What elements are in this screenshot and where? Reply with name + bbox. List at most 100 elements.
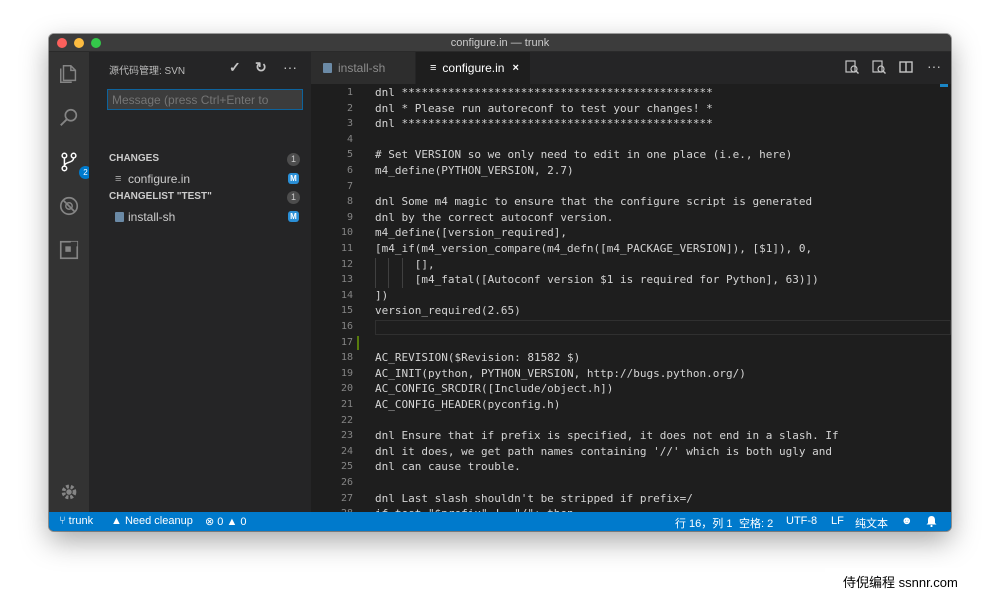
status-bar: ⑂ trunk ▲ Need cleanup ⊗ 0 ▲ 0 行 16，列 1 … [49,512,951,531]
code-line: dnl it does, we get path names containin… [375,444,832,458]
code-line: dnl by the correct autoconf version. [375,210,614,224]
code-line: dnl Some m4 magic to ensure that the con… [375,195,813,209]
line-number: 3 [346,118,353,130]
refresh-button[interactable]: ↻ [255,59,267,75]
search-icon[interactable] [57,106,81,130]
notification-bell-icon[interactable] [926,515,937,530]
line-number: 4 [346,133,353,145]
line-number: 17 [340,336,353,348]
modified-status-badge: M [288,173,299,184]
code-line: dnl Ensure that if prefix is specified, … [375,429,839,443]
changes-group-header[interactable]: CHANGES 1 [89,150,311,169]
script-file-icon [323,63,332,73]
line-number: 13 [340,274,353,286]
group-count-badge: 1 [287,191,300,204]
code-line: version_required(2.65) [375,304,521,318]
group-label: CHANGES [109,153,160,164]
title-bar: configure.in — trunk [49,34,951,52]
line-number: 18 [340,352,353,364]
code-line: # Set VERSION so we only need to edit in… [375,148,793,162]
line-number: 5 [346,149,353,161]
language-mode[interactable]: 纯文本 [855,515,888,531]
warning-icon: ▲ [226,516,238,528]
close-tab-icon[interactable]: × [512,62,518,74]
tab-install-sh[interactable]: install-sh [311,52,415,84]
more-actions-button[interactable]: ··· [283,59,297,75]
code-line: AC_INIT(python, PYTHON_VERSION, http://b… [375,366,746,380]
sidebar-header: 源代码管理: SVN ✓ ↻ ··· [89,52,311,84]
site-watermark: 侍倪编程 ssnnr.com [825,568,1000,592]
open-changes-icon[interactable] [845,60,859,77]
window-title: configure.in — trunk [450,37,550,49]
editor-tabs: install-sh ≡ configure.in × ··· [311,52,951,84]
line-number: 10 [340,227,353,239]
line-number: 7 [346,180,353,192]
file-name: configure.in [128,172,191,186]
cleanup-warning[interactable]: ▲ Need cleanup [111,515,193,527]
indentation-setting[interactable]: 空格: 2 [739,515,773,531]
error-icon: ⊗ [205,516,215,528]
feedback-smiley-icon[interactable]: ☻ [901,515,913,527]
modified-status-badge: M [288,211,299,222]
problems-indicator[interactable]: ⊗ 0 ▲ 0 [205,515,247,528]
editor-window: configure.in — trunk 2 源代码管理: SVN ✓ ↻ ··… [49,34,951,531]
code-line: AC_CONFIG_SRCDIR([Include/object.h]) [375,382,614,396]
code-line: ]) [375,288,389,302]
warning-icon: ▲ [111,515,122,527]
split-editor-icon[interactable] [899,60,913,77]
extensions-icon[interactable] [57,238,81,262]
sidebar-title: 源代码管理: SVN [109,66,186,77]
scrollbar-marker [940,84,948,87]
tab-configure-in[interactable]: ≡ configure.in × [416,52,530,84]
code-line: dnl ************************************… [375,86,713,99]
line-number: 6 [346,165,353,176]
line-number: 22 [340,414,353,426]
line-number: 15 [340,305,353,317]
group-count-badge: 1 [287,153,300,166]
line-number: 20 [340,383,353,395]
gear-icon[interactable] [57,480,81,504]
open-file-icon[interactable] [872,60,886,77]
error-count: 0 [217,516,224,528]
commit-message-input[interactable] [107,89,303,110]
code-line: dnl Last slash shouldn't be stripped if … [375,491,693,505]
file-item-configure[interactable]: ≡ configure.in M [89,169,311,188]
line-number: 1 [346,87,353,98]
explorer-icon[interactable] [57,62,81,86]
line-number: 19 [340,367,353,379]
code-line: dnl * Please run autoreconf to test your… [375,101,713,115]
tab-label: configure.in [442,61,505,75]
code-editor[interactable]: 1 dnl ***********************************… [311,84,951,512]
branch-name: trunk [68,515,94,527]
code-line: [m4_if(m4_version_compare(m4_defn([m4_PA… [375,242,813,255]
line-number: 16 [340,321,353,332]
line-number: 27 [340,492,353,504]
debug-icon[interactable] [57,194,81,218]
more-icon[interactable]: ··· [927,58,941,74]
encoding-setting[interactable]: UTF-8 [786,515,817,527]
text-file-icon: ≡ [430,62,437,74]
line-number: 24 [340,445,353,457]
file-item-install-sh[interactable]: install-sh M [89,207,311,226]
code-line: [m4_fatal([Autoconf version $1 is requir… [375,273,819,287]
changelist-group-header[interactable]: CHANGELIST "TEST" 1 [89,188,311,207]
code-line: dnl ************************************… [375,117,713,131]
branch-indicator[interactable]: ⑂ trunk [59,515,93,527]
line-number: 26 [340,477,353,488]
activity-bar: 2 [49,52,92,512]
commit-button[interactable]: ✓ [229,59,241,75]
line-number: 8 [346,196,353,208]
cursor-position[interactable]: 行 16，列 1 [675,515,732,531]
code-line: dnl can cause trouble. [375,460,521,474]
warning-text: Need cleanup [124,515,193,527]
eol-setting[interactable]: LF [831,515,844,527]
source-control-icon[interactable]: 2 [57,150,92,179]
scm-sidebar: 源代码管理: SVN ✓ ↻ ··· CHANGES 1 ≡ configure… [89,52,311,512]
code-line: m4_define(PYTHON_VERSION, 2.7) [375,164,574,177]
current-line-highlight [375,320,951,335]
line-number: 21 [340,399,353,410]
line-number: 12 [340,258,353,270]
code-line: m4_define([version_required], [375,226,568,240]
line-number: 23 [340,430,353,442]
tab-label: install-sh [338,61,386,75]
